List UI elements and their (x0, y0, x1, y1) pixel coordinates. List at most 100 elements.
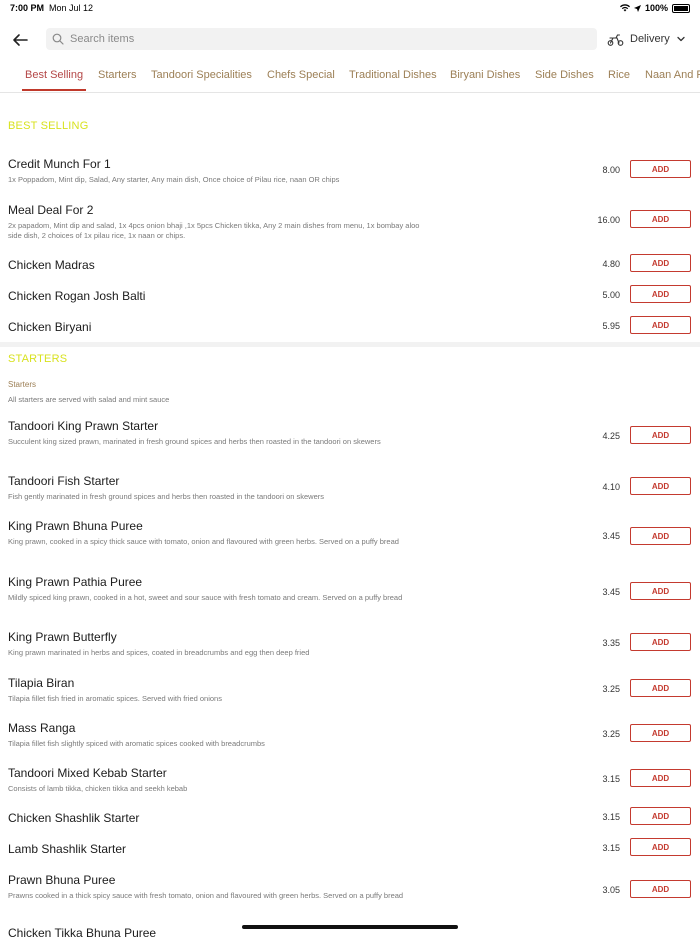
scooter-icon (607, 33, 624, 46)
item-name: Tandoori Fish Starter (8, 474, 120, 488)
item-price: 3.25 (602, 684, 620, 694)
item-price: 4.80 (602, 259, 620, 269)
add-button[interactable]: ADD (630, 582, 691, 600)
tab-side-dishes[interactable]: Side Dishes (535, 60, 594, 90)
menu-item[interactable]: Tandoori Mixed Kebab Starter Consists of… (8, 766, 700, 794)
menu-item[interactable]: King Prawn Butterfly King prawn marinate… (8, 630, 700, 658)
item-price: 16.00 (597, 215, 620, 225)
menu-item[interactable]: King Prawn Pathia Puree Mildly spiced ki… (8, 575, 700, 603)
add-button[interactable]: ADD (630, 679, 691, 697)
category-tabs: Best Selling Starters Tandoori Specialit… (0, 60, 700, 93)
menu-item[interactable]: Mass Ranga Tilapia fillet fish slightly … (8, 721, 700, 749)
menu-item[interactable]: Chicken Shashlik Starter 3.15 ADD (8, 807, 700, 825)
top-bar: Delivery (0, 26, 700, 54)
status-indicators: 100% (619, 3, 690, 13)
menu-item[interactable]: Tandoori King Prawn Starter Succulent ki… (8, 419, 700, 447)
item-description: Prawns cooked in a thick spicy sauce wit… (8, 891, 404, 900)
tab-naan-and-rotis[interactable]: Naan And R (645, 60, 700, 90)
menu-item[interactable]: Credit Munch For 1 1x Poppadom, Mint dip… (8, 157, 700, 185)
active-tab-indicator (22, 89, 87, 91)
menu-item[interactable]: Prawn Bhuna Puree Prawns cooked in a thi… (8, 873, 700, 901)
tab-chefs-special[interactable]: Chefs Special (267, 60, 335, 90)
add-button[interactable]: ADD (630, 769, 691, 787)
section-title-starters: STARTERS (8, 353, 68, 365)
item-description: King prawn marinated in herbs and spices… (8, 648, 310, 657)
battery-percent: 100% (644, 3, 668, 13)
location-icon (633, 4, 641, 12)
item-name: Chicken Biryani (8, 320, 92, 334)
item-name: King Prawn Butterfly (8, 630, 117, 644)
add-button[interactable]: ADD (630, 254, 691, 272)
item-name: Prawn Bhuna Puree (8, 873, 116, 887)
status-time: 7:00 PM Mon Jul 12 (10, 3, 94, 13)
search-icon (52, 33, 64, 45)
arrow-left-icon (13, 34, 28, 46)
item-description: Fish gently marinated in fresh ground sp… (8, 492, 325, 501)
wifi-icon (619, 4, 630, 12)
tab-starters[interactable]: Starters (98, 60, 137, 90)
item-description: Succulent king sized prawn, marinated in… (8, 437, 381, 446)
item-price: 3.35 (602, 638, 620, 648)
item-description: King prawn, cooked in a spicy thick sauc… (8, 537, 399, 546)
section-note: All starters are served with salad and m… (8, 395, 170, 404)
add-button[interactable]: ADD (630, 807, 691, 825)
add-button[interactable]: ADD (630, 838, 691, 856)
item-name: King Prawn Bhuna Puree (8, 519, 143, 533)
add-button[interactable]: ADD (630, 724, 691, 742)
add-button[interactable]: ADD (630, 426, 691, 444)
item-name: Chicken Shashlik Starter (8, 811, 140, 825)
add-button[interactable]: ADD (630, 210, 691, 228)
item-price: 4.10 (602, 482, 620, 492)
item-price: 3.05 (602, 885, 620, 895)
menu-item[interactable]: Tandoori Fish Starter Fish gently marina… (8, 474, 700, 502)
back-button[interactable] (10, 30, 30, 50)
item-price: 5.95 (602, 321, 620, 331)
battery-icon (672, 3, 690, 13)
tab-rice[interactable]: Rice (608, 60, 630, 90)
menu-item[interactable]: Chicken Biryani 5.95 ADD (8, 316, 700, 334)
tab-traditional-dishes[interactable]: Traditional Dishes (349, 60, 437, 90)
item-name: Mass Ranga (8, 721, 76, 735)
add-button[interactable]: ADD (630, 285, 691, 303)
add-button[interactable]: ADD (630, 316, 691, 334)
item-description: 1x Poppadom, Mint dip, Salad, Any starte… (8, 175, 340, 184)
section-divider (0, 342, 700, 347)
menu-item[interactable]: Meal Deal For 2 2x papadom, Mint dip and… (8, 203, 700, 241)
item-name: Chicken Madras (8, 258, 95, 272)
item-price: 3.25 (602, 729, 620, 739)
delivery-label: Delivery (630, 33, 670, 45)
menu-item[interactable]: King Prawn Bhuna Puree King prawn, cooke… (8, 519, 700, 547)
add-button[interactable]: ADD (630, 633, 691, 651)
tab-biryani-dishes[interactable]: Biryani Dishes (450, 60, 520, 90)
chevron-down-icon (677, 36, 685, 42)
item-price: 3.15 (602, 774, 620, 784)
tab-best-selling[interactable]: Best Selling (22, 60, 87, 91)
menu-item[interactable]: Chicken Madras 4.80 ADD (8, 254, 700, 272)
item-price: 8.00 (602, 165, 620, 175)
add-button[interactable]: ADD (630, 527, 691, 545)
item-description: Consists of lamb tikka, chicken tikka an… (8, 784, 188, 793)
item-price: 3.45 (602, 587, 620, 597)
item-price: 5.00 (602, 290, 620, 300)
menu-item[interactable]: Chicken Rogan Josh Balti 5.00 ADD (8, 285, 700, 303)
item-price: 3.15 (602, 812, 620, 822)
add-button[interactable]: ADD (630, 477, 691, 495)
item-name: Chicken Rogan Josh Balti (8, 289, 146, 303)
item-price: 3.45 (602, 531, 620, 541)
section-subtitle: Starters (8, 380, 37, 389)
tab-tandoori-specialities[interactable]: Tandoori Specialities (151, 60, 252, 90)
item-price: 4.25 (602, 431, 620, 441)
add-button[interactable]: ADD (630, 880, 691, 898)
menu-item[interactable]: Lamb Shashlik Starter 3.15 ADD (8, 838, 700, 856)
home-indicator[interactable] (242, 925, 458, 929)
add-button[interactable]: ADD (630, 160, 691, 178)
item-description: Tilapia fillet fish fried in aromatic sp… (8, 694, 222, 703)
delivery-selector[interactable]: Delivery (607, 28, 686, 50)
item-name: Meal Deal For 2 (8, 203, 94, 217)
section-title-best-selling: BEST SELLING (8, 120, 89, 132)
menu-item[interactable]: Tilapia Biran Tilapia fillet fish fried … (8, 676, 700, 704)
search-input[interactable] (68, 32, 572, 46)
search-bar[interactable] (46, 28, 597, 50)
item-description: Mildly spiced king prawn, cooked in a ho… (8, 593, 403, 602)
item-name: Tandoori King Prawn Starter (8, 419, 159, 433)
